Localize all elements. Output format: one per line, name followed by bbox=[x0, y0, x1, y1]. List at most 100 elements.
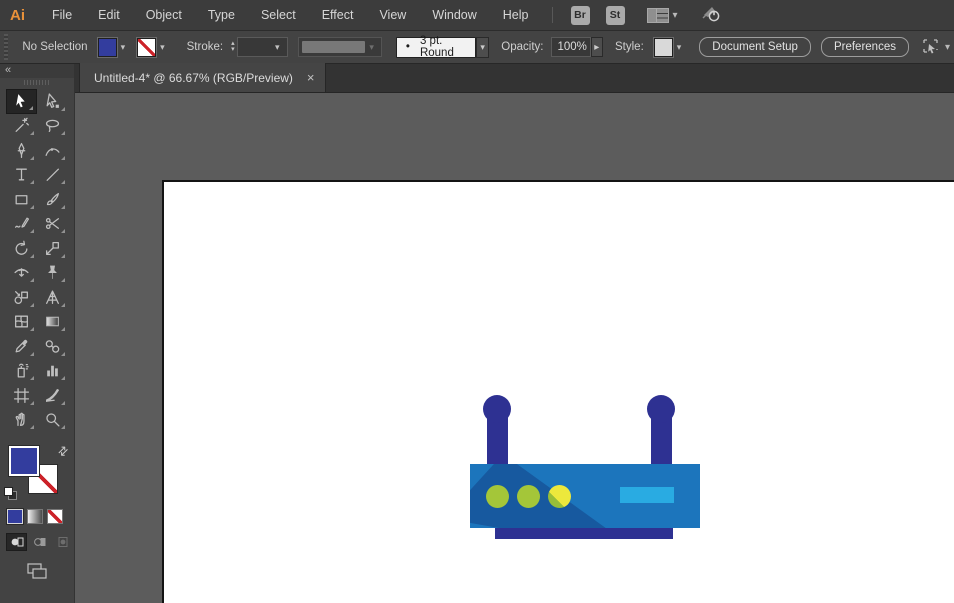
shaper-tool[interactable] bbox=[6, 212, 37, 237]
draw-normal-button[interactable] bbox=[6, 533, 27, 551]
zoom-tool[interactable] bbox=[37, 408, 68, 433]
gradient-tool[interactable] bbox=[37, 310, 68, 335]
brush-preview-dot: • bbox=[406, 41, 410, 53]
fill-indicator[interactable] bbox=[9, 446, 39, 476]
stroke-weight-dropdown[interactable]: ▾ bbox=[237, 37, 288, 57]
rotate-tool[interactable] bbox=[6, 236, 37, 261]
puppet-warp-tool[interactable] bbox=[37, 261, 68, 286]
router-led-2[interactable] bbox=[517, 485, 540, 508]
router-body[interactable] bbox=[470, 464, 700, 528]
style-dropdown[interactable]: ▾ bbox=[654, 38, 686, 57]
menu-select[interactable]: Select bbox=[248, 8, 309, 22]
menu-edit[interactable]: Edit bbox=[85, 8, 133, 22]
fill-color-dropdown[interactable]: ▾ bbox=[98, 38, 130, 57]
draw-behind-button[interactable] bbox=[29, 533, 50, 551]
bridge-icon[interactable]: Br bbox=[571, 6, 590, 25]
mesh-tool[interactable] bbox=[6, 310, 37, 335]
scissors-tool[interactable] bbox=[37, 212, 68, 237]
none-button[interactable] bbox=[47, 509, 63, 524]
chevron-down-icon[interactable]: ▾ bbox=[673, 10, 678, 21]
stroke-swatch-none[interactable] bbox=[137, 38, 156, 57]
stroke-label: Stroke: bbox=[187, 41, 223, 53]
rectangle-tool[interactable] bbox=[6, 187, 37, 212]
direct-selection-tool[interactable] bbox=[37, 89, 68, 114]
document-setup-button[interactable]: Document Setup bbox=[699, 37, 811, 57]
symbol-sprayer-tool[interactable] bbox=[6, 359, 37, 384]
illustrator-logo: Ai bbox=[10, 7, 25, 24]
menu-items: FileEditObjectTypeSelectEffectViewWindow… bbox=[39, 8, 542, 22]
lasso-tool[interactable] bbox=[37, 114, 68, 139]
menu-separator bbox=[552, 7, 553, 23]
artboard-tool[interactable] bbox=[6, 383, 37, 408]
stroke-color-dropdown[interactable]: ▾ bbox=[137, 38, 169, 57]
variable-width-profile-dropdown: ▾ bbox=[298, 37, 382, 57]
menu-object[interactable]: Object bbox=[133, 8, 195, 22]
selection-tool[interactable] bbox=[6, 89, 37, 114]
router-led-1[interactable] bbox=[486, 485, 509, 508]
router-left-antenna-tip[interactable] bbox=[483, 395, 511, 423]
workspace-switcher-icon[interactable] bbox=[647, 8, 669, 23]
default-fill-stroke-icon[interactable] bbox=[4, 487, 17, 500]
width-tool[interactable] bbox=[6, 261, 37, 286]
gradient-button[interactable] bbox=[27, 509, 43, 524]
brush-dropdown-button[interactable]: ▾ bbox=[476, 37, 489, 58]
menu-effect[interactable]: Effect bbox=[309, 8, 367, 22]
panel-collapse-icon[interactable]: « bbox=[0, 64, 74, 78]
opacity-input[interactable]: 100% bbox=[551, 37, 590, 57]
eyedropper-tool[interactable] bbox=[6, 334, 37, 359]
pen-tool[interactable] bbox=[6, 138, 37, 163]
chevron-down-icon: ▾ bbox=[365, 40, 378, 55]
curvature-tool[interactable] bbox=[37, 138, 68, 163]
fill-swatch[interactable] bbox=[98, 38, 117, 57]
blend-tool[interactable] bbox=[37, 334, 68, 359]
brush-definition-field[interactable]: • 3 pt. Round bbox=[396, 37, 476, 58]
style-swatch[interactable] bbox=[654, 38, 673, 57]
menu-type[interactable]: Type bbox=[195, 8, 248, 22]
chevron-down-icon[interactable]: ▾ bbox=[271, 40, 284, 55]
menu-view[interactable]: View bbox=[366, 8, 419, 22]
stock-icon[interactable]: St bbox=[606, 6, 625, 25]
shape-builder-tool[interactable] bbox=[6, 285, 37, 310]
opacity-slider-button[interactable]: ▸ bbox=[591, 37, 603, 57]
slice-tool[interactable] bbox=[37, 383, 68, 408]
brush-name: 3 pt. Round bbox=[420, 35, 475, 59]
select-similar-icon[interactable] bbox=[921, 37, 941, 58]
router-right-antenna-tip[interactable] bbox=[647, 395, 675, 423]
close-icon[interactable]: × bbox=[307, 73, 315, 83]
gpu-performance-icon[interactable] bbox=[700, 5, 722, 26]
menu-bar: Ai FileEditObjectTypeSelectEffectViewWin… bbox=[0, 0, 954, 30]
stepper-down-icon[interactable]: ▾ bbox=[231, 47, 235, 53]
paintbrush-tool[interactable] bbox=[37, 187, 68, 212]
canvas[interactable] bbox=[75, 93, 954, 603]
menu-file[interactable]: File bbox=[39, 8, 85, 22]
chevron-down-icon[interactable]: ▾ bbox=[156, 40, 169, 55]
menu-help[interactable]: Help bbox=[490, 8, 542, 22]
chevron-down-icon[interactable]: ▾ bbox=[673, 40, 686, 55]
tool-grid bbox=[0, 89, 74, 432]
color-button[interactable] bbox=[7, 509, 23, 524]
hand-tool[interactable] bbox=[6, 408, 37, 433]
router-base[interactable] bbox=[495, 528, 673, 539]
router-led-3[interactable] bbox=[548, 485, 571, 508]
panel-drag-grip[interactable] bbox=[0, 78, 74, 87]
document-tab[interactable]: Untitled-4* @ 66.67% (RGB/Preview) × bbox=[79, 63, 326, 92]
type-tool[interactable] bbox=[6, 163, 37, 188]
stroke-weight-stepper[interactable]: ▴ ▾ bbox=[231, 41, 235, 53]
chevron-down-icon[interactable]: ▾ bbox=[117, 40, 130, 55]
preferences-button[interactable]: Preferences bbox=[821, 37, 909, 57]
router-port[interactable] bbox=[620, 487, 674, 503]
column-graph-tool[interactable] bbox=[37, 359, 68, 384]
draw-inside-button[interactable] bbox=[52, 533, 73, 551]
artboard[interactable] bbox=[162, 180, 954, 603]
swap-fill-stroke-icon[interactable]: ⇄ bbox=[54, 442, 71, 459]
scale-tool[interactable] bbox=[37, 236, 68, 261]
chevron-down-icon[interactable]: ▾ bbox=[945, 42, 950, 53]
tab-title: Untitled-4* @ 66.67% (RGB/Preview) bbox=[94, 71, 293, 85]
perspective-grid-tool[interactable] bbox=[37, 285, 68, 310]
line-segment-tool[interactable] bbox=[37, 163, 68, 188]
magic-wand-tool[interactable] bbox=[6, 114, 37, 139]
panel-grip[interactable] bbox=[4, 34, 8, 60]
menu-window[interactable]: Window bbox=[419, 8, 489, 22]
tools-panel: « ⇄ bbox=[0, 64, 75, 603]
screen-mode-icon[interactable] bbox=[25, 562, 49, 580]
